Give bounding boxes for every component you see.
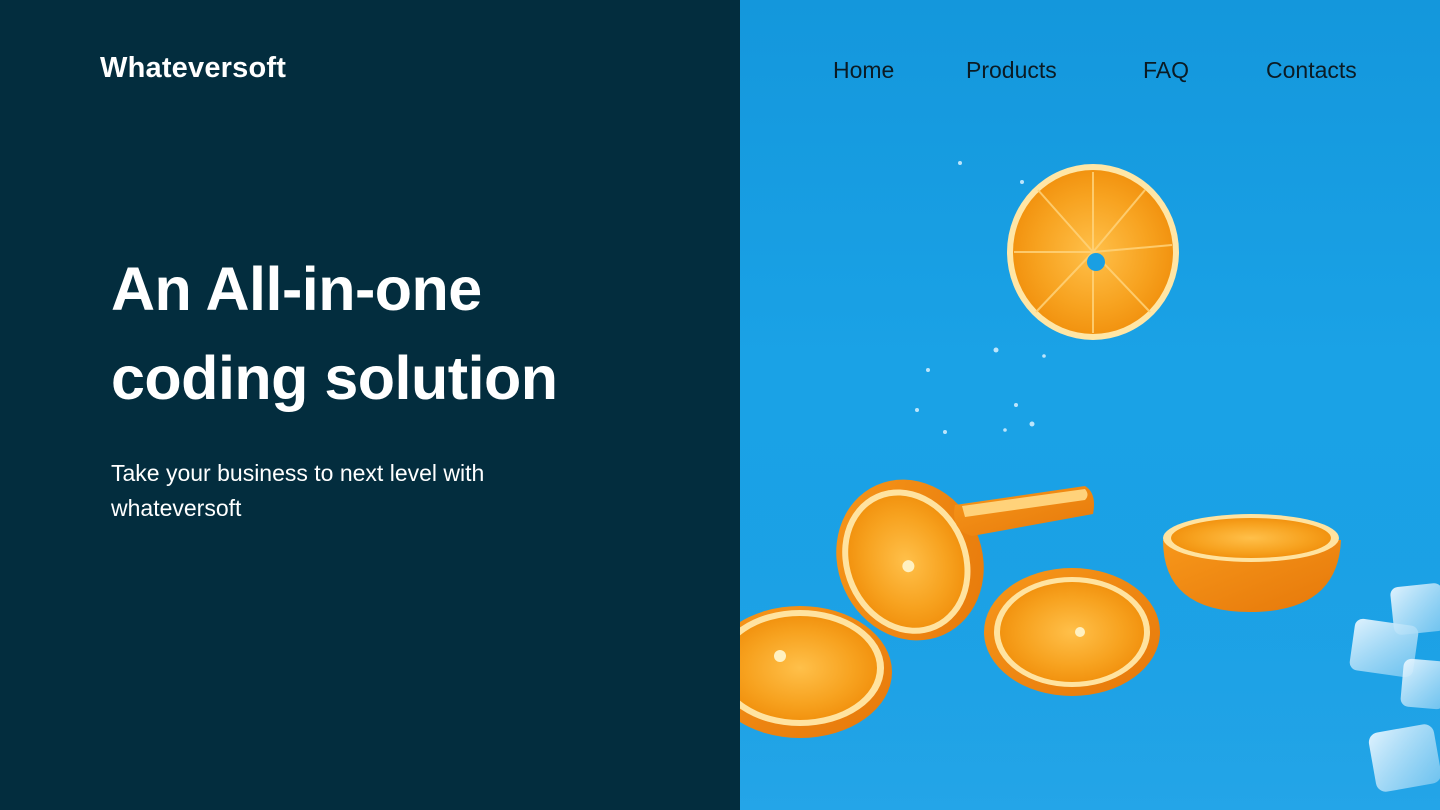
hero-panel: Whateversoft An All-in-one coding soluti…: [0, 0, 740, 810]
nav-link-contacts[interactable]: Contacts: [1266, 57, 1357, 84]
hero-title-line-2: coding solution: [111, 344, 558, 412]
landing-page: Whateversoft An All-in-one coding soluti…: [0, 0, 1440, 810]
brand-logo[interactable]: Whateversoft: [100, 52, 286, 85]
nav-link-faq[interactable]: FAQ: [1143, 57, 1189, 84]
nav-link-products[interactable]: Products: [966, 57, 1057, 84]
hero-title-line-1: An All-in-one: [111, 255, 482, 323]
nav-link-home[interactable]: Home: [833, 57, 894, 84]
hero-subtitle: Take your business to next level with wh…: [111, 460, 485, 521]
hero-image-panel: Home Products FAQ Contacts: [740, 0, 1440, 810]
hero-title: An All-in-one coding solution: [111, 245, 671, 423]
center-orange-slice: [984, 568, 1160, 696]
orange-slices-image: [740, 161, 1440, 810]
floating-orange-slice: [1007, 164, 1179, 340]
main-nav: Home Products FAQ Contacts: [740, 57, 1440, 87]
